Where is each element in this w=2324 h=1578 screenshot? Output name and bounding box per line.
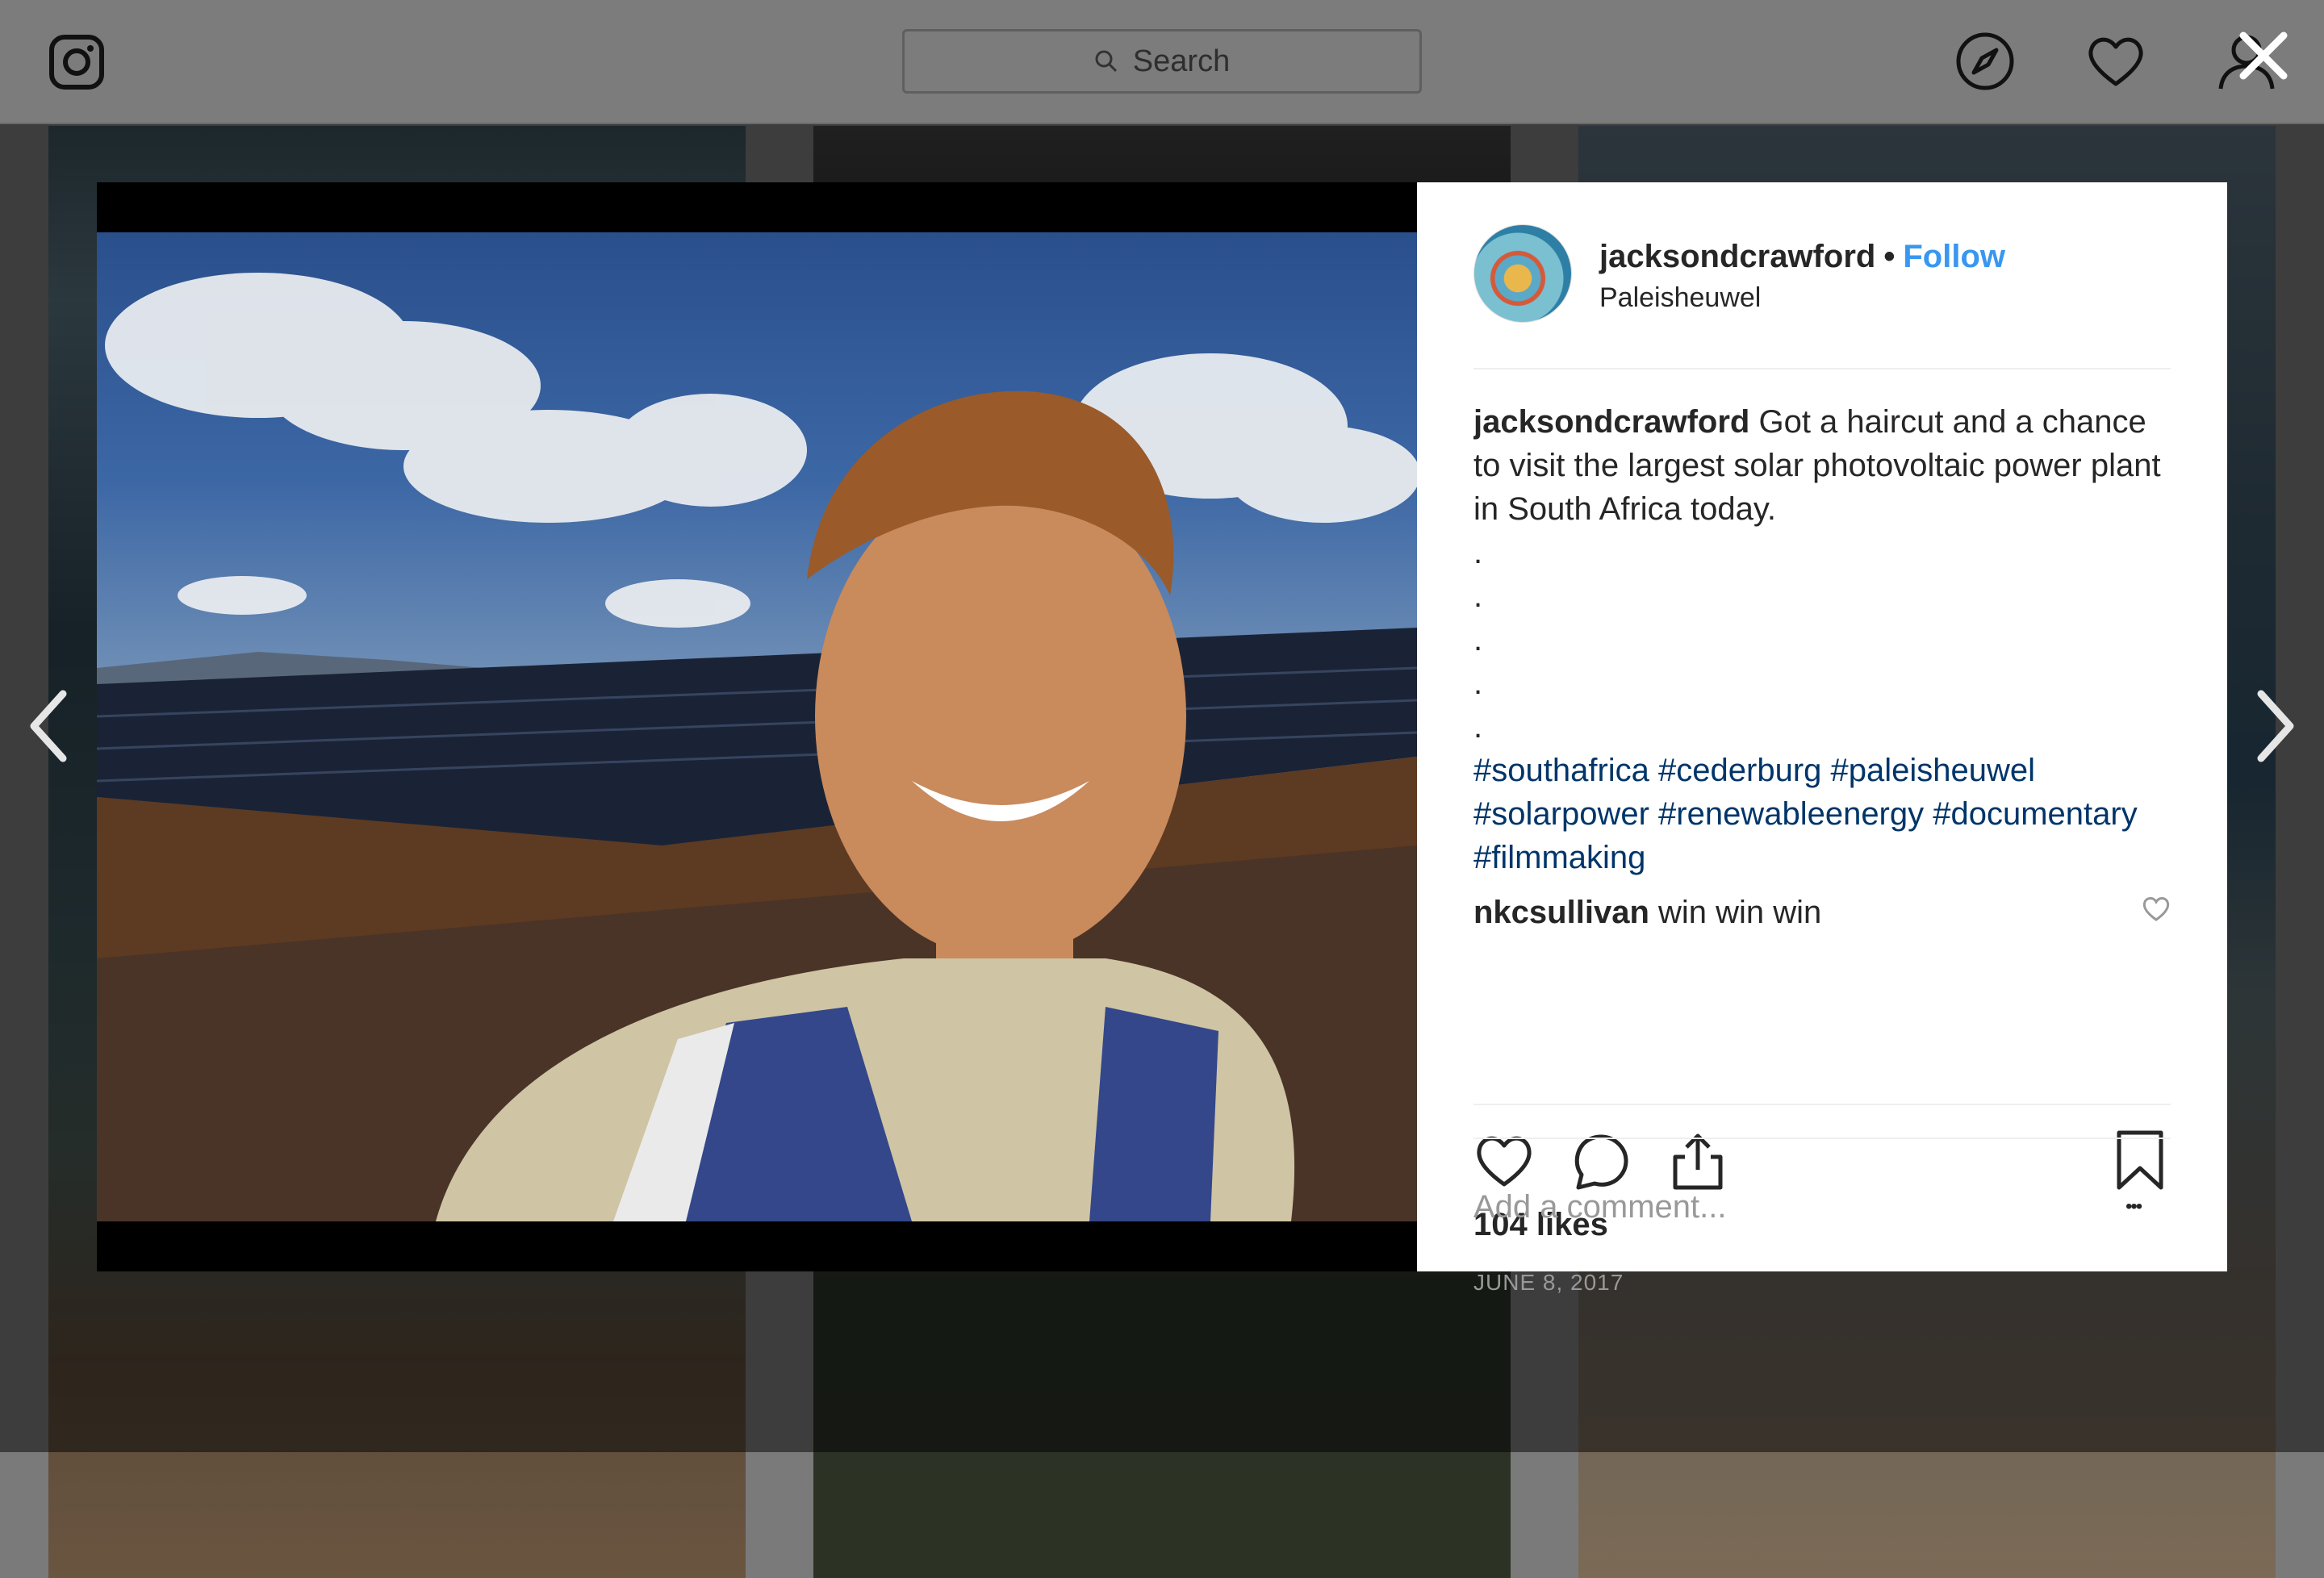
comment-text: win win win: [1658, 895, 1822, 930]
post-photo[interactable]: [97, 232, 1417, 1221]
compass-icon[interactable]: [1954, 31, 2016, 92]
caption: jacksondcrawford Got a haircut and a cha…: [1473, 400, 2171, 531]
chevron-left-icon[interactable]: [24, 687, 73, 765]
instagram-logo-icon[interactable]: [48, 34, 105, 90]
search-input[interactable]: Search: [902, 29, 1422, 94]
add-comment-input[interactable]: Add a comment...: [1473, 1183, 2087, 1231]
username-link[interactable]: jacksondcrawford: [1599, 239, 1875, 274]
caption-dot: .: [1473, 709, 1483, 745]
post-photo-container: [97, 182, 1417, 1271]
divider: [1473, 1138, 2171, 1139]
caption-dot: .: [1473, 535, 1483, 570]
hashtags[interactable]: #southafrica #cederburg #paleisheuwel #s…: [1473, 749, 2171, 879]
caption-dot: .: [1473, 578, 1483, 614]
caption-dot: .: [1473, 666, 1483, 701]
search-placeholder: Search: [1132, 44, 1231, 78]
comment: nkcsullivan win win win: [1473, 891, 2171, 934]
close-icon[interactable]: [2237, 29, 2290, 82]
comments-area[interactable]: jacksondcrawford Got a haircut and a cha…: [1473, 400, 2171, 1102]
post-photo-image: [97, 273, 1417, 1221]
comment-like-icon[interactable]: [2142, 895, 2171, 921]
top-nav: Search: [0, 0, 2324, 124]
post-header: jacksondcrawford • Follow Paleisheuwel: [1473, 224, 2171, 328]
post-date[interactable]: JUNE 8, 2017: [1473, 1270, 1624, 1296]
chevron-right-icon[interactable]: [2251, 687, 2300, 765]
divider: [1473, 368, 2171, 369]
post-header-title: jacksondcrawford • Follow: [1599, 239, 2005, 275]
heart-icon[interactable]: [2085, 31, 2146, 92]
avatar[interactable]: [1473, 224, 1572, 323]
caption-dot: .: [1473, 622, 1483, 658]
follow-button[interactable]: Follow: [1903, 239, 2005, 274]
caption-username[interactable]: jacksondcrawford: [1473, 404, 1749, 440]
more-icon[interactable]: •••: [2125, 1191, 2171, 1223]
divider: [1473, 1104, 2171, 1105]
search-icon: [1095, 50, 1117, 73]
comment-username[interactable]: nkcsullivan: [1473, 895, 1649, 930]
post-modal: jacksondcrawford • Follow Paleisheuwel jac…: [97, 182, 2227, 1295]
location-link[interactable]: Paleisheuwel: [1599, 282, 1761, 314]
post-sidebar: jacksondcrawford • Follow Paleisheuwel jac…: [1417, 182, 2227, 1295]
separator-dot: •: [1883, 239, 1896, 274]
caption-dots: . . . . .: [1473, 531, 2171, 749]
